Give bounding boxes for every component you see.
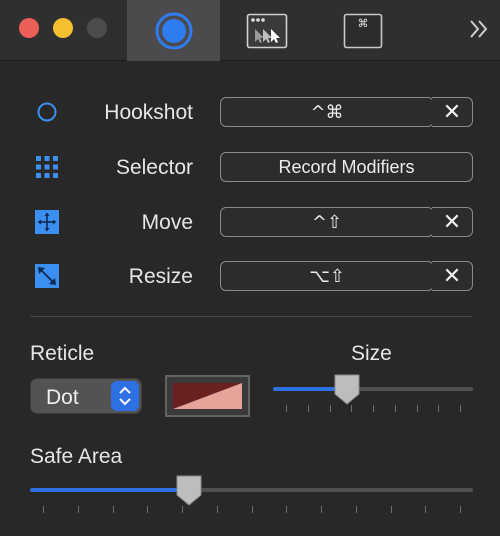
safe-area-slider-knob[interactable] xyxy=(176,475,202,506)
slider-tick xyxy=(321,506,322,513)
slider-tick xyxy=(394,405,396,412)
safe-area-label: Safe Area xyxy=(30,445,123,468)
safe-area-slider-fill xyxy=(30,488,189,492)
slider-tick xyxy=(416,405,418,412)
safe-area-slider-ticks xyxy=(30,506,473,514)
slider-tick xyxy=(425,506,427,513)
slider-tick xyxy=(43,506,44,513)
slider-tick xyxy=(460,405,461,412)
zoom-window-button[interactable] xyxy=(87,18,107,38)
slider-tick xyxy=(251,506,253,513)
slider-tick xyxy=(351,405,353,412)
slider-tick xyxy=(373,405,374,412)
section-divider xyxy=(30,316,472,317)
reticle-style-value: Dot xyxy=(46,386,79,409)
move-arrows-icon xyxy=(35,210,59,234)
slider-tick xyxy=(147,506,149,513)
slider-tick xyxy=(286,506,288,513)
move-shortcut-field[interactable]: ^⇧ xyxy=(220,207,434,237)
slider-tick xyxy=(460,506,461,513)
reticle-style-popup[interactable]: Dot xyxy=(30,378,142,414)
slider-tick xyxy=(182,506,183,513)
move-row: Move ^⇧ ✕ xyxy=(0,205,500,239)
move-label: Move xyxy=(141,211,193,234)
reticle-label: Reticle xyxy=(30,342,95,365)
slider-tick xyxy=(307,405,309,412)
slider-tick xyxy=(329,405,331,412)
resize-diagonal-icon xyxy=(35,264,59,288)
move-clear-button[interactable]: ✕ xyxy=(432,207,473,237)
tab-hookshot[interactable] xyxy=(127,0,220,61)
size-label: Size xyxy=(351,342,392,365)
record-modifiers-button[interactable]: Record Modifiers xyxy=(220,152,473,182)
preferences-content: Hookshot ^⌘ ✕ Selector Record Modifiers xyxy=(0,62,500,536)
hookshot-label: Hookshot xyxy=(104,101,193,124)
hookshot-shortcut-field[interactable]: ^⌘ xyxy=(220,97,434,127)
size-slider-knob[interactable] xyxy=(334,374,360,405)
slider-tick xyxy=(390,506,392,513)
tab-shortcuts[interactable]: ⌘ xyxy=(340,0,386,61)
minimize-window-button[interactable] xyxy=(53,18,73,38)
double-chevron-right-icon xyxy=(470,20,488,38)
hookshot-target-icon xyxy=(155,12,192,49)
window-cursors-icon xyxy=(246,13,288,48)
slider-tick xyxy=(286,405,287,412)
command-key-icon: ⌘ xyxy=(343,13,383,48)
resize-shortcut-field[interactable]: ⌥⇧ xyxy=(220,261,434,291)
slider-tick xyxy=(438,405,440,412)
size-slider-ticks xyxy=(273,405,473,413)
resize-label: Resize xyxy=(128,265,193,288)
resize-clear-button[interactable]: ✕ xyxy=(432,261,473,291)
reticle-size-slider[interactable] xyxy=(273,374,473,417)
selector-label: Selector xyxy=(115,156,193,179)
selector-row: Selector Record Modifiers xyxy=(0,150,500,184)
reticle-color-swatch xyxy=(173,383,242,409)
hookshot-clear-button[interactable]: ✕ xyxy=(432,97,473,127)
slider-tick xyxy=(355,506,357,513)
popup-chevrons-icon xyxy=(111,381,139,411)
close-window-button[interactable] xyxy=(19,18,39,38)
safe-area-slider[interactable] xyxy=(30,475,473,518)
toolbar-overflow-button[interactable] xyxy=(466,14,492,44)
slider-tick xyxy=(216,506,218,513)
title-bar: ⌘ xyxy=(0,0,500,61)
tab-window-list[interactable] xyxy=(243,0,291,61)
resize-row: Resize ⌥⇧ ✕ xyxy=(0,259,500,293)
reticle-color-well[interactable] xyxy=(165,375,250,417)
grid-dots-icon xyxy=(35,155,59,179)
slider-tick xyxy=(112,506,114,513)
circle-outline-icon xyxy=(35,100,59,124)
svg-text:⌘: ⌘ xyxy=(358,17,369,30)
slider-tick xyxy=(77,506,79,513)
hookshot-row: Hookshot ^⌘ ✕ xyxy=(0,95,500,129)
